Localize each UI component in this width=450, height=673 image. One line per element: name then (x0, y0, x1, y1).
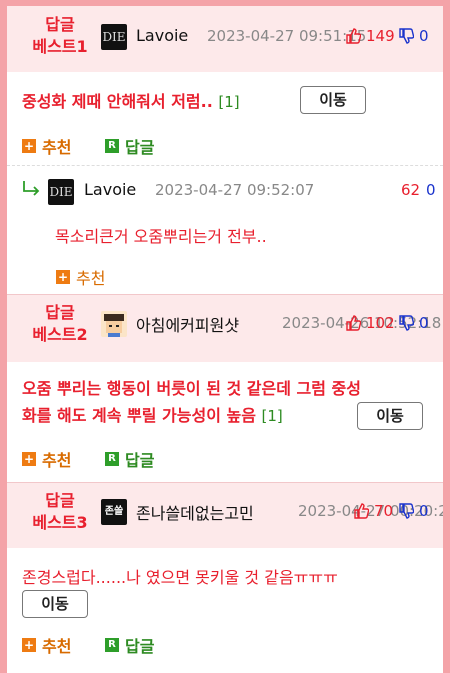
best-reply-1-rank: 답글 베스트1 (32, 15, 88, 56)
post-date: 2023-04-26 10:52:18 (282, 314, 442, 332)
divider (7, 165, 443, 166)
thumbs-up-icon[interactable] (345, 27, 362, 48)
reply-button[interactable]: R 답글 (105, 633, 154, 657)
reply-icon: R (105, 139, 119, 153)
divider (7, 482, 443, 483)
avatar[interactable]: 존쓸 (101, 499, 127, 525)
recommend-button[interactable]: + 추천 (22, 633, 71, 657)
dislike-count: 0 (426, 181, 436, 199)
thumbs-down-icon[interactable] (398, 315, 415, 336)
reply-icon: R (105, 452, 119, 466)
reply-button[interactable]: R 답글 (105, 134, 154, 158)
author-nickname[interactable]: 아침에커피원샷 (136, 312, 239, 336)
author-nickname[interactable]: 존나쓸데없는고민 (136, 500, 254, 524)
move-button[interactable]: 이동 (300, 86, 366, 114)
thumbs-up-icon[interactable] (345, 314, 362, 335)
plus-icon: + (56, 270, 70, 284)
plus-icon: + (22, 638, 36, 652)
author-nickname[interactable]: Lavoie (84, 180, 136, 199)
dislike-count: 0 (419, 27, 429, 45)
post-date: 2023-04-27 09:52:07 (155, 181, 315, 199)
avatar[interactable]: DIE (48, 179, 74, 205)
move-button[interactable]: 이동 (357, 402, 423, 430)
recommend-button[interactable]: + 추천 (22, 134, 71, 158)
move-button[interactable]: 이동 (22, 590, 88, 618)
reply-text: 목소리큰거 오줌뿌리는거 전부.. (55, 227, 267, 246)
dislike-count: 0 (419, 314, 429, 332)
recommend-button[interactable]: + 추천 (22, 447, 71, 471)
reply-text: 중성화 제때 안해줘서 저럼.. [1] (22, 92, 240, 111)
best-reply-2-rank: 답글 베스트2 (32, 303, 88, 344)
divider (7, 294, 443, 295)
post-date: 2023-04-27 09:51:15 (207, 27, 367, 45)
author-nickname[interactable]: Lavoie (136, 26, 188, 45)
reply-button[interactable]: R 답글 (105, 447, 154, 471)
thumbs-up-icon[interactable] (353, 502, 370, 523)
plus-icon: + (22, 139, 36, 153)
reply-count[interactable]: [1] (218, 93, 239, 111)
reply-icon: R (105, 638, 119, 652)
like-count: 102 (366, 314, 395, 332)
best-reply-3-rank: 답글 베스트3 (32, 491, 88, 532)
like-count: 62 (401, 181, 421, 199)
avatar[interactable]: DIE (101, 24, 127, 50)
dislike-count: 0 (419, 502, 429, 520)
recommend-button[interactable]: + 추천 (56, 265, 105, 289)
reply-text: 존경스럽다......나 였으면 못키울 것 같음ㅠㅠㅠ (22, 568, 338, 587)
reply-arrow-icon (22, 180, 42, 200)
like-count: 70 (374, 502, 394, 520)
avatar[interactable] (101, 311, 127, 337)
reply-count[interactable]: [1] (262, 407, 283, 425)
plus-icon: + (22, 452, 36, 466)
best-replies-panel: 답글 베스트1 DIE Lavoie 2023-04-27 09:51:15 14… (7, 6, 443, 673)
like-count: 149 (366, 27, 395, 45)
thumbs-down-icon[interactable] (398, 503, 415, 524)
thumbs-down-icon[interactable] (398, 28, 415, 49)
